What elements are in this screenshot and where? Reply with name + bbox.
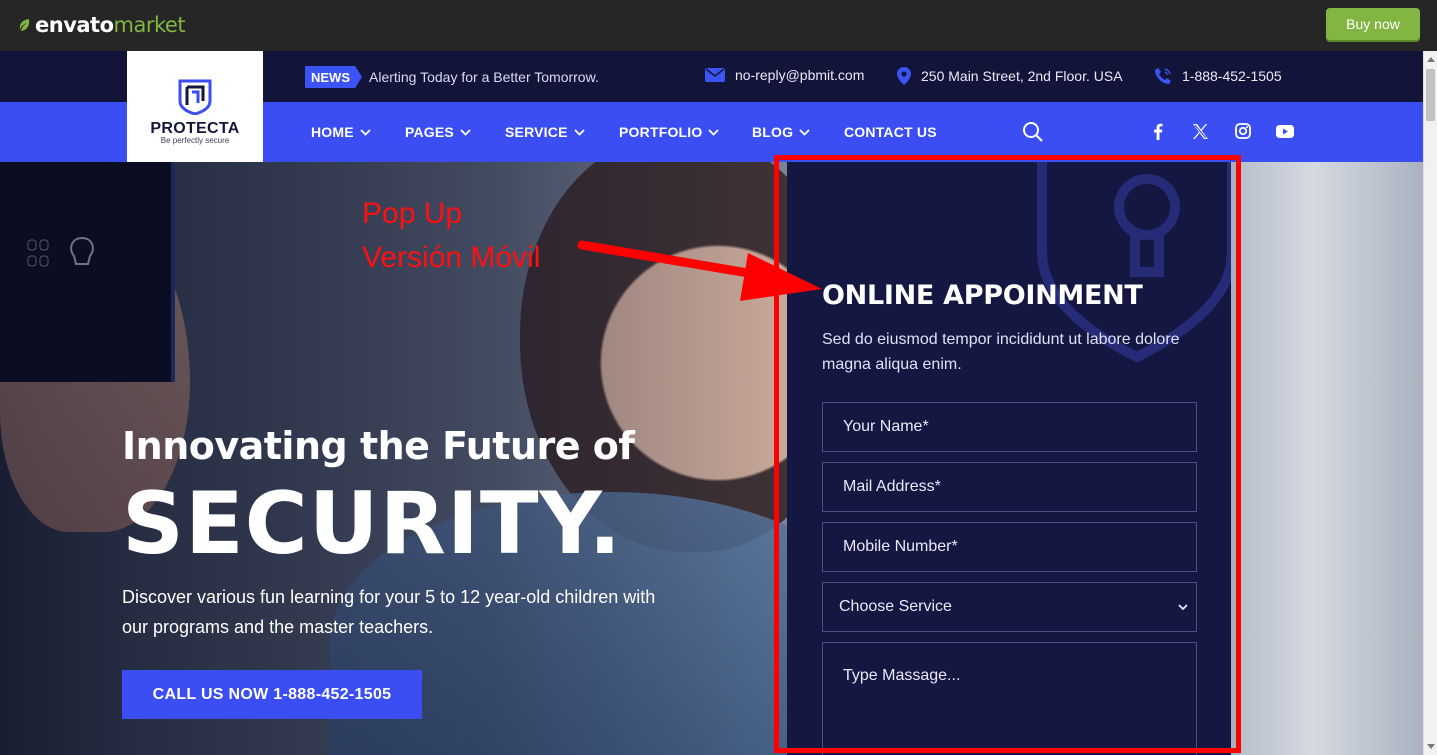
hero-photo-window xyxy=(1240,162,1423,755)
logo-tagline: Be perfectly secure xyxy=(160,136,230,145)
chevron-down-icon xyxy=(360,128,371,136)
search-icon[interactable] xyxy=(1022,121,1044,143)
chevron-down-icon xyxy=(1178,603,1188,610)
instagram-icon[interactable] xyxy=(1235,123,1251,139)
nav-item-service[interactable]: SERVICE xyxy=(505,124,585,140)
page-scrollbar[interactable] xyxy=(1423,51,1437,755)
scroll-thumb[interactable] xyxy=(1426,69,1435,121)
call-us-button[interactable]: CALL US NOW 1-888-452-1505 xyxy=(122,670,422,719)
youtube-icon[interactable] xyxy=(1276,125,1294,138)
nav-item-pages[interactable]: PAGES xyxy=(405,124,471,140)
service-select-value: Choose Service xyxy=(839,598,952,615)
hero-heading: Innovating the Future of xyxy=(122,424,635,468)
message-textarea[interactable]: Type Massage... xyxy=(822,642,1197,755)
appointment-form-panel: ONLINE APPOINMENT Sed do eiusmod tempor … xyxy=(787,162,1231,755)
form-description: Sed do eiusmod tempor incididunt ut labo… xyxy=(822,331,1180,373)
news-badge: NEWS xyxy=(305,66,362,88)
email-field[interactable]: Mail Address* xyxy=(822,462,1197,512)
news-ticker[interactable]: Alerting Today for a Better Tomorrow. xyxy=(369,69,599,85)
nav-item-label: BLOG xyxy=(752,124,794,140)
email-contact[interactable]: no-reply@pbmit.com xyxy=(705,67,864,83)
envato-logo-word: envato xyxy=(35,13,114,37)
nav-item-home[interactable]: HOME xyxy=(311,124,371,140)
scroll-down-icon[interactable] xyxy=(1427,744,1435,749)
phone-contact[interactable]: 1-888-452-1505 xyxy=(1154,67,1282,85)
facebook-icon[interactable] xyxy=(1153,123,1163,140)
chevron-down-icon xyxy=(460,128,471,136)
chevron-down-icon xyxy=(799,128,810,136)
chevron-down-icon xyxy=(708,128,720,136)
chevron-down-icon xyxy=(573,128,585,136)
annotation-mobile-label: Versión Móvil xyxy=(362,241,541,274)
hero-headline-security: SECURITY. xyxy=(122,474,623,574)
nav-item-label: SERVICE xyxy=(505,124,568,140)
email-text: no-reply@pbmit.com xyxy=(735,67,865,83)
scroll-up-icon[interactable] xyxy=(1427,57,1435,62)
envato-logo[interactable]: envato market xyxy=(18,11,186,39)
nav-item-label: PAGES xyxy=(405,124,454,140)
shield-logo-icon xyxy=(178,79,212,115)
map-pin-icon xyxy=(897,67,911,85)
address-contact: 250 Main Street, 2nd Floor. USA xyxy=(897,67,1123,85)
service-select[interactable]: Choose Service xyxy=(822,582,1197,632)
nav-item-blog[interactable]: BLOG xyxy=(752,124,810,140)
nav-item-portfolio[interactable]: PORTFOLIO xyxy=(619,124,720,140)
hero-description: Discover various fun learning for your 5… xyxy=(122,587,656,637)
nav-item-contact-us[interactable]: CONTACT US xyxy=(844,124,937,140)
mobile-field[interactable]: Mobile Number* xyxy=(822,522,1197,572)
buy-now-button[interactable]: Buy now xyxy=(1326,8,1420,40)
nav-item-label: CONTACT US xyxy=(844,124,937,140)
nav-item-label: HOME xyxy=(311,124,354,140)
nav-item-label: PORTFOLIO xyxy=(619,124,703,140)
phone-text: 1-888-452-1505 xyxy=(1182,68,1282,84)
red-arrow-icon xyxy=(577,240,822,301)
market-logo-word: market xyxy=(113,13,186,37)
envato-header: envato market Buy now xyxy=(0,0,1437,51)
envelope-icon xyxy=(705,68,725,82)
form-title: ONLINE APPOINMENT xyxy=(822,280,1143,311)
annotation-popup-label: Pop Up xyxy=(362,197,463,230)
address-text: 250 Main Street, 2nd Floor. USA xyxy=(921,68,1123,84)
leaf-icon xyxy=(19,19,30,31)
x-icon[interactable] xyxy=(1192,123,1209,140)
name-field[interactable]: Your Name* xyxy=(822,402,1197,452)
phone-icon xyxy=(1155,68,1171,84)
site-preview: NEWS Alerting Today for a Better Tomorro… xyxy=(0,51,1423,755)
